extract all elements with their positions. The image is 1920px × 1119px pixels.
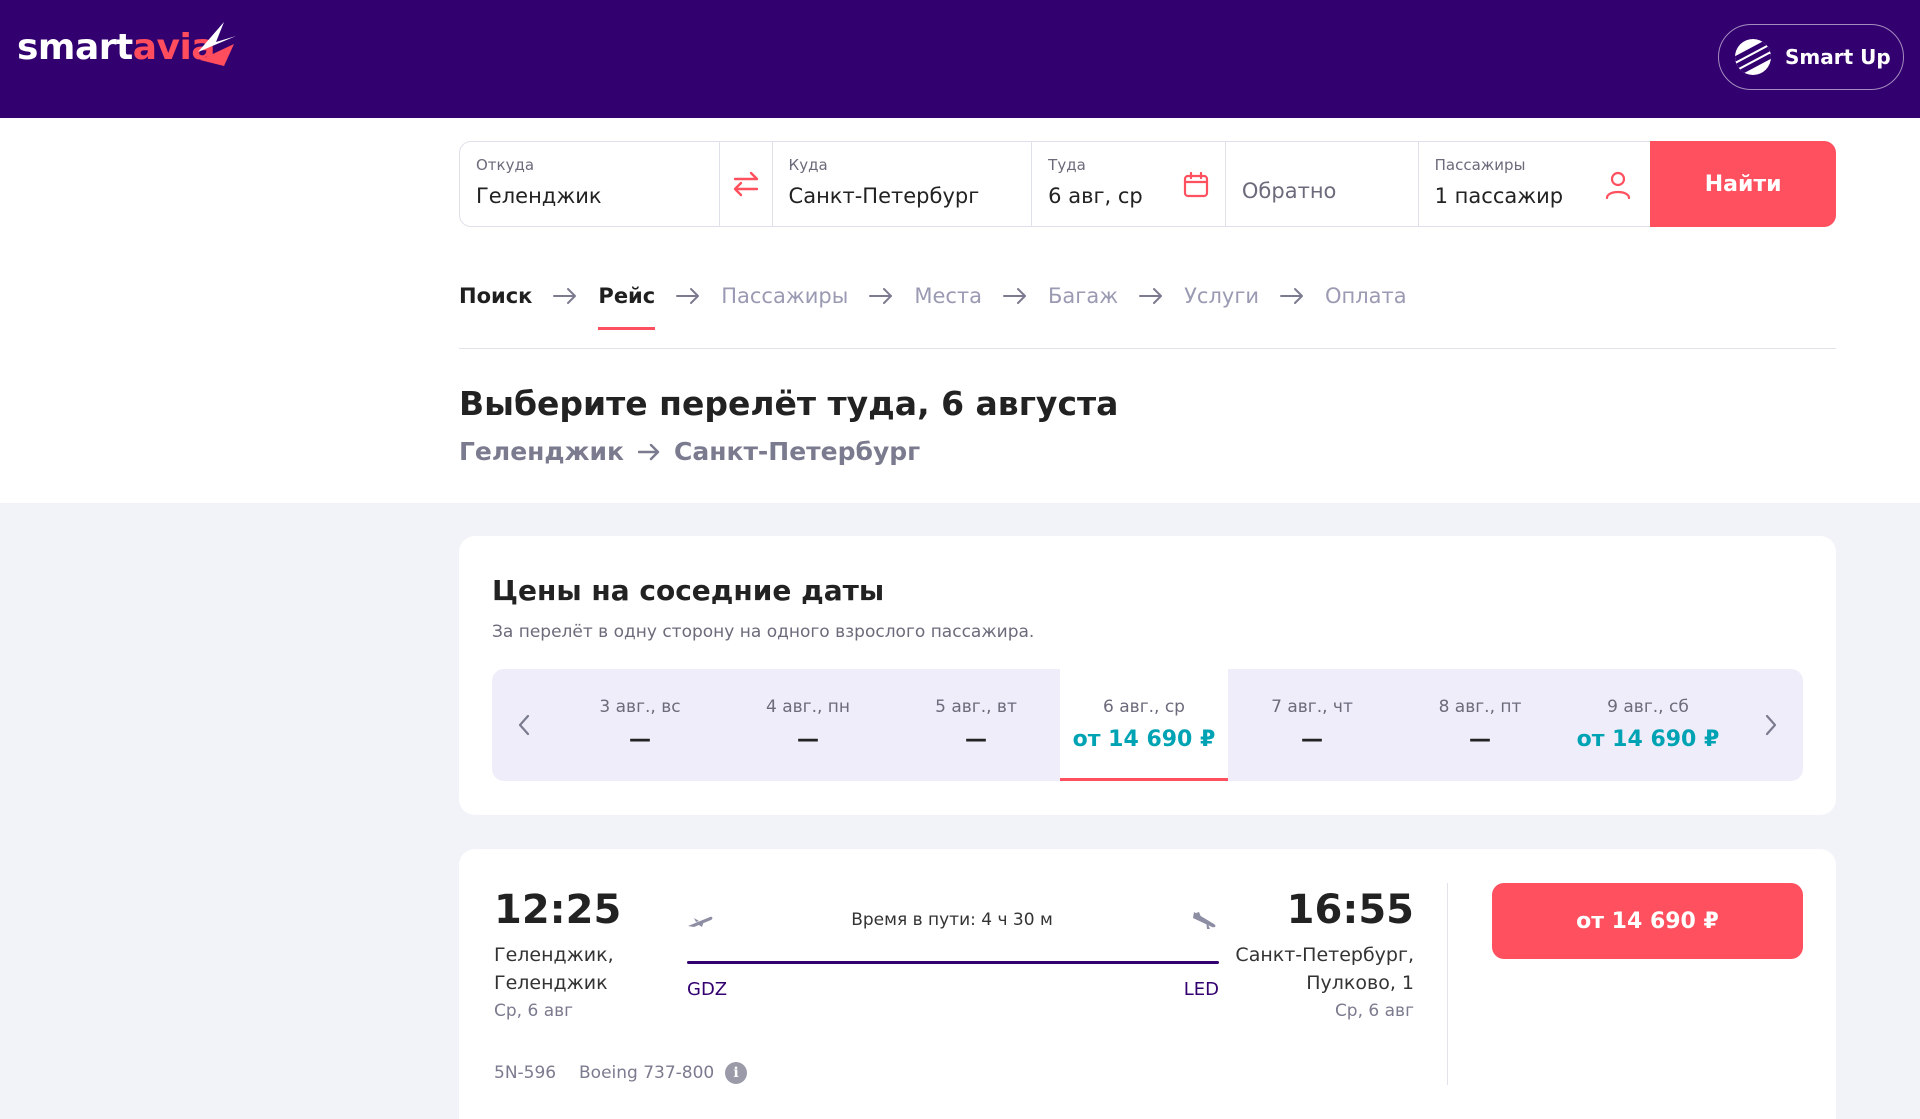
departure-city: Геленджик, Геленджик bbox=[494, 941, 654, 997]
route-subtitle: Геленджик Санкт-Петербург bbox=[459, 437, 920, 466]
step-services: Услуги bbox=[1184, 284, 1259, 308]
step-payment: Оплата bbox=[1325, 284, 1407, 308]
from-value[interactable]: Геленджик bbox=[476, 184, 703, 208]
date-option-selected[interactable]: 6 авг., ср от 14 690 ₽ bbox=[1060, 669, 1228, 781]
arrow-right-icon bbox=[1280, 288, 1303, 304]
departure-date: Ср, 6 авг bbox=[494, 1001, 574, 1021]
landing-plane-icon bbox=[1193, 912, 1216, 929]
date-option-label: 7 авг., чт bbox=[1271, 697, 1353, 717]
arrow-right-icon bbox=[676, 288, 700, 304]
calendar-icon[interactable] bbox=[1183, 172, 1209, 198]
nearby-dates-title: Цены на соседние даты bbox=[492, 574, 885, 607]
return-date-placeholder: Обратно bbox=[1241, 179, 1337, 203]
next-dates-button[interactable] bbox=[1739, 669, 1803, 781]
to-value[interactable]: Санкт-Петербург bbox=[789, 184, 1016, 208]
passengers-field[interactable]: Пассажиры 1 пассажир bbox=[1419, 142, 1651, 226]
steps-divider bbox=[459, 348, 1836, 349]
flight-card: 12:25 Геленджик, Геленджик Ср, 6 авг Вре… bbox=[459, 849, 1836, 1119]
booking-steps: Поиск Рейс Пассажиры Места Багаж Услуги … bbox=[459, 284, 1407, 330]
date-option-price: — bbox=[797, 727, 819, 752]
departure-date-field[interactable]: Туда 6 авг, ср bbox=[1032, 142, 1226, 226]
departure-airport-line: Геленджик bbox=[494, 972, 608, 994]
aircraft-type: Boeing 737-800 bbox=[579, 1063, 715, 1083]
arrival-airport-line: Пулково, 1 bbox=[1306, 972, 1414, 994]
arrival-city: Санкт-Петербург, Пулково, 1 bbox=[1214, 941, 1414, 997]
arrow-right-icon bbox=[1003, 288, 1027, 304]
date-option[interactable]: 8 авг., пт — bbox=[1396, 669, 1564, 781]
return-date-field[interactable]: Обратно bbox=[1226, 142, 1419, 226]
to-label: Куда bbox=[788, 156, 828, 174]
logo-wordmark: smartavia bbox=[17, 27, 216, 68]
flight-duration: Время в пути: 4 ч 30 м bbox=[851, 910, 1053, 930]
card-divider bbox=[1447, 883, 1448, 1085]
flight-search-form: Откуда Геленджик Куда Санкт-Петербург Ту… bbox=[459, 141, 1836, 227]
smart-up-button[interactable]: Smart Up bbox=[1718, 24, 1904, 90]
date-option[interactable]: 9 авг., сб от 14 690 ₽ bbox=[1564, 669, 1732, 781]
smart-up-globe-icon bbox=[1735, 39, 1771, 75]
arrival-city-line: Санкт-Петербург, bbox=[1235, 944, 1414, 966]
departure-time: 12:25 bbox=[494, 887, 622, 933]
date-option[interactable]: 4 авг., пн — bbox=[724, 669, 892, 781]
to-field[interactable]: Куда Санкт-Петербург bbox=[773, 142, 1033, 226]
step-seats: Места bbox=[914, 284, 983, 308]
nearby-dates-subtitle: За перелёт в одну сторону на одного взро… bbox=[492, 622, 1035, 642]
chevron-left-icon bbox=[518, 714, 530, 736]
date-option-label: 8 авг., пт bbox=[1438, 697, 1522, 717]
date-option-label: 5 авг., вт bbox=[935, 697, 1017, 717]
top-header: smartavia Smart Up bbox=[0, 0, 1920, 118]
person-icon bbox=[1606, 171, 1631, 200]
from-field[interactable]: Откуда Геленджик bbox=[460, 142, 720, 226]
nearby-dates-card: Цены на соседние даты За перелёт в одну … bbox=[459, 536, 1836, 815]
arrow-right-icon bbox=[869, 288, 893, 304]
date-option-price: — bbox=[965, 727, 987, 752]
date-option-label: 4 авг., пн bbox=[765, 697, 851, 717]
search-button[interactable]: Найти bbox=[1650, 141, 1836, 227]
date-option[interactable]: 5 авг., вт — bbox=[892, 669, 1060, 781]
smartavia-logo[interactable]: smartavia bbox=[17, 22, 236, 68]
info-icon[interactable]: i bbox=[725, 1062, 747, 1084]
departure-city-line: Геленджик, bbox=[494, 944, 614, 966]
arrival-date: Ср, 6 авг bbox=[1334, 1001, 1414, 1021]
step-flight[interactable]: Рейс bbox=[598, 284, 655, 330]
arrow-right-icon bbox=[553, 288, 577, 304]
date-option[interactable]: 7 авг., чт — bbox=[1228, 669, 1396, 781]
flight-route-line bbox=[687, 961, 1219, 964]
smart-up-label: Smart Up bbox=[1785, 45, 1891, 69]
date-option-price: от 14 690 ₽ bbox=[1072, 727, 1216, 752]
date-option[interactable]: 3 авг., вс — bbox=[556, 669, 724, 781]
date-option-label: 6 авг., ср bbox=[1103, 697, 1185, 717]
logo-bird-icon bbox=[198, 22, 236, 66]
flight-number: 5N-596 bbox=[494, 1063, 557, 1083]
step-baggage: Багаж bbox=[1048, 284, 1119, 308]
date-option-label: 9 авг., сб bbox=[1607, 697, 1689, 717]
date-option-price: — bbox=[629, 727, 651, 752]
chevron-right-icon bbox=[1765, 714, 1777, 736]
page-title: Выберите перелёт туда, 6 августа bbox=[459, 384, 1119, 423]
prev-dates-button[interactable] bbox=[492, 669, 556, 781]
from-label: Откуда bbox=[476, 156, 535, 174]
departure-iata: GDZ bbox=[687, 979, 728, 1000]
swap-arrows-icon bbox=[733, 171, 758, 197]
select-fare-button[interactable]: от 14 690 ₽ bbox=[1492, 883, 1803, 959]
arrow-right-icon bbox=[1139, 288, 1163, 304]
arrival-iata: LED bbox=[1183, 979, 1219, 1000]
date-option-price: — bbox=[1301, 727, 1323, 752]
step-passengers: Пассажиры bbox=[721, 284, 849, 308]
route-to: Санкт-Петербург bbox=[673, 437, 921, 466]
date-option-price: — bbox=[1469, 727, 1491, 752]
arrival-time: 16:55 bbox=[1286, 887, 1414, 933]
route-from: Геленджик bbox=[459, 437, 624, 466]
arrow-right-icon bbox=[637, 443, 660, 460]
step-search[interactable]: Поиск bbox=[459, 284, 532, 308]
takeoff-plane-icon bbox=[688, 916, 713, 927]
swap-button[interactable] bbox=[720, 142, 773, 226]
date-option-label: 3 авг., вс bbox=[599, 697, 681, 717]
date-strip: 3 авг., вс — 4 авг., пн — 5 авг., вт — 6… bbox=[492, 669, 1803, 781]
date-option-price: от 14 690 ₽ bbox=[1576, 727, 1720, 752]
logo-wordmark-main: smart bbox=[17, 27, 133, 68]
